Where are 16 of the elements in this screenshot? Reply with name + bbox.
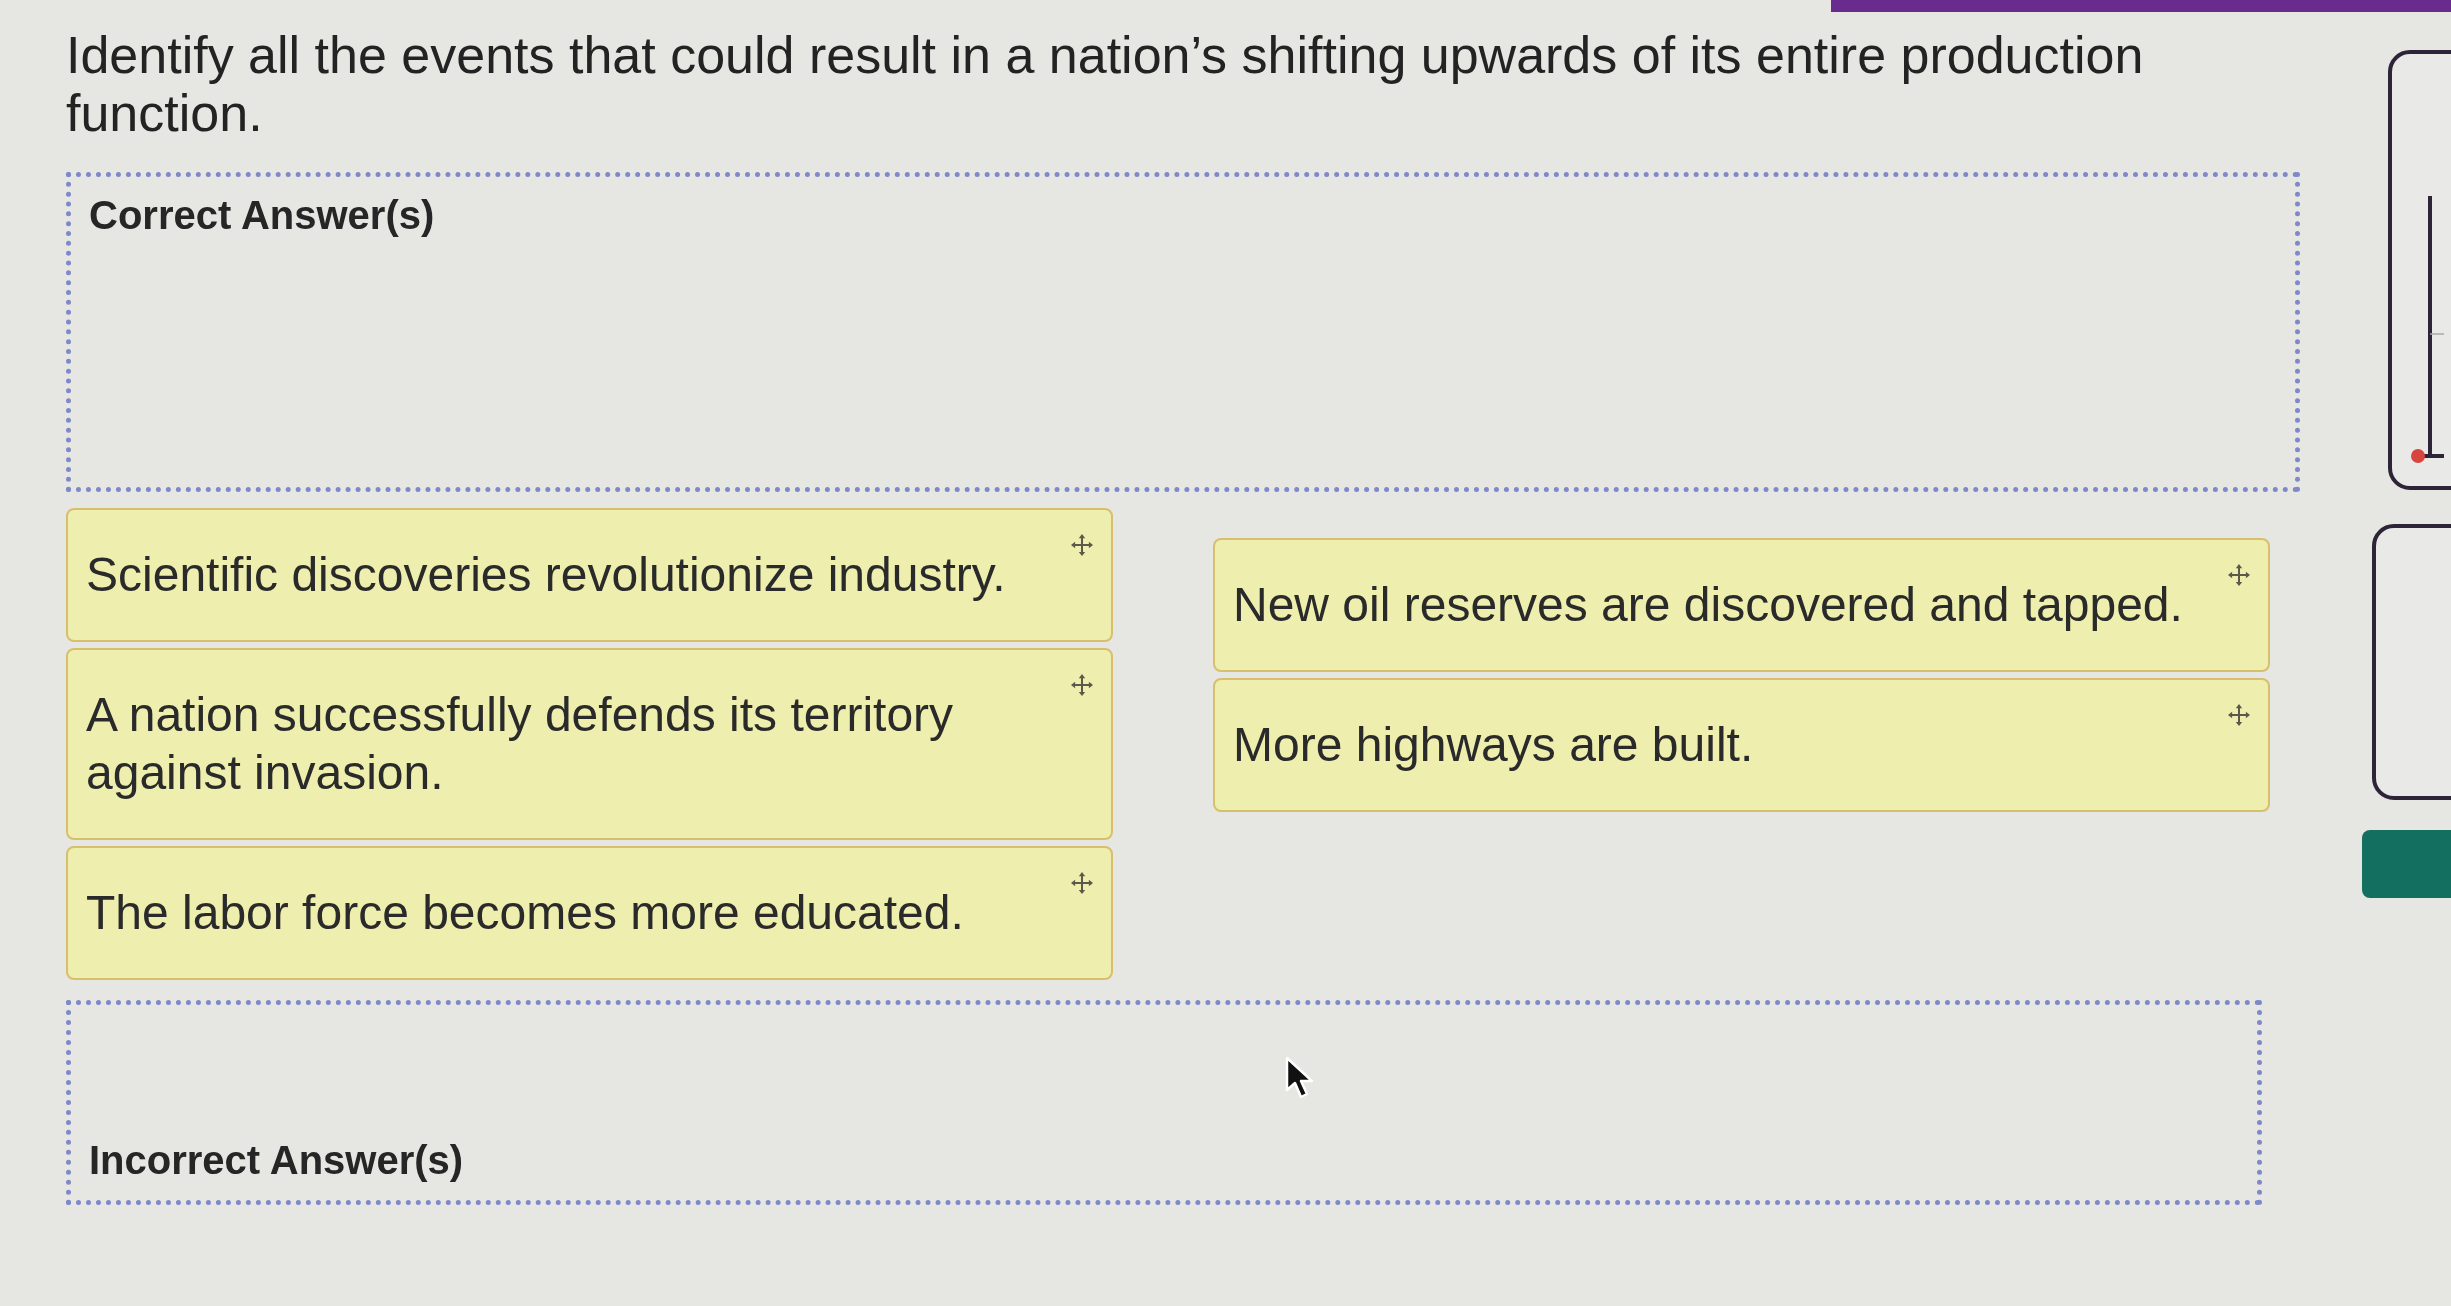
answer-card[interactable]: More highways are built. — [1213, 678, 2270, 812]
answer-card[interactable]: A nation successfully defends its territory against invasion. — [66, 648, 1113, 840]
move-icon[interactable] — [2228, 704, 2250, 726]
move-icon[interactable] — [1071, 534, 1093, 556]
move-icon[interactable] — [1071, 872, 1093, 894]
move-icon[interactable] — [1071, 674, 1093, 696]
question-text: Identify all the events that could result in a nation’s shifting upwards of its entire production function. — [66, 26, 2145, 142]
answer-card[interactable]: The labor force becomes more educated. — [66, 846, 1113, 980]
pointer-icon — [1284, 1056, 1314, 1100]
answer-card[interactable]: New oil reserves are discovered and tapped. — [1213, 538, 2270, 672]
move-icon[interactable] — [2228, 564, 2250, 586]
zone-label: Incorrect Answer(s) — [89, 1137, 464, 1184]
answer-card[interactable]: Scientific discoveries revolutionize industry. — [66, 508, 1113, 642]
drop-zone[interactable]: Correct Answer(s) — [66, 172, 2300, 492]
drop-zone[interactable]: Incorrect Answer(s) — [66, 1000, 2262, 1205]
zone-label: Correct Answer(s) — [89, 192, 435, 239]
